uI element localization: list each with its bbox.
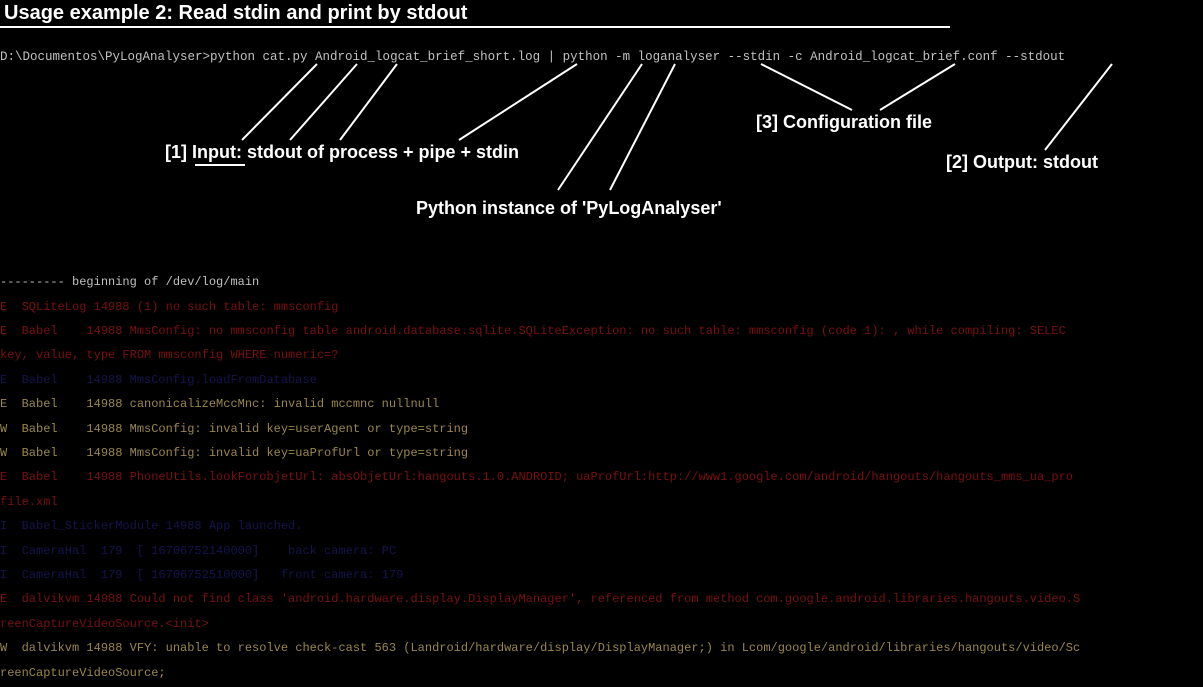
title-underline bbox=[0, 26, 950, 28]
annotation-input-underline bbox=[195, 164, 245, 166]
log-line: I Babel_StickerModule 14988 App launched… bbox=[0, 520, 1203, 532]
annotation-input: [1] Input: stdout of process + pipe + st… bbox=[165, 142, 519, 163]
log-line: reenCaptureVideoSource.<init> bbox=[0, 618, 1203, 630]
log-line: E Babel 14988 MmsConfig: no mmsconfig ta… bbox=[0, 325, 1203, 337]
log-line: W Babel 14988 MmsConfig: invalid key=uaP… bbox=[0, 447, 1203, 459]
annotation-instance: Python instance of 'PyLogAnalyser' bbox=[416, 198, 722, 219]
log-line: W dalvikvm 14988 VFY: unable to resolve … bbox=[0, 642, 1203, 654]
annotation-output: [2] Output: stdout bbox=[946, 152, 1098, 173]
log-line: I CameraHal 179 [ 16706752140000] back c… bbox=[0, 545, 1203, 557]
log-line: key, value, type FROM mmsconfig WHERE nu… bbox=[0, 349, 1203, 361]
log-output: --------- beginning of /dev/log/main E S… bbox=[0, 264, 1203, 687]
annotation-lines bbox=[0, 60, 1203, 220]
log-line: E Babel 14988 canonicalizeMccMnc: invali… bbox=[0, 398, 1203, 410]
log-line: file.xml bbox=[0, 496, 1203, 508]
log-line: I CameraHal 179 [ 16706752510000] front … bbox=[0, 569, 1203, 581]
log-line: E dalvikvm 14988 Could not find class 'a… bbox=[0, 593, 1203, 605]
log-line: E Babel 14988 PhoneUtils.lookForobjetUrl… bbox=[0, 471, 1203, 483]
log-line: --------- beginning of /dev/log/main bbox=[0, 276, 1203, 288]
log-line: E SQLiteLog 14988 (1) no such table: mms… bbox=[0, 301, 1203, 313]
log-line: E Babel 14988 MmsConfig.loadFromDatabase bbox=[0, 374, 1203, 386]
log-line: reenCaptureVideoSource; bbox=[0, 667, 1203, 679]
page-title: Usage example 2: Read stdin and print by… bbox=[4, 2, 467, 25]
command-line: D:\Documentos\PyLogAnalyser>python cat.p… bbox=[0, 50, 1065, 64]
annotation-config: [3] Configuration file bbox=[756, 112, 932, 133]
log-line: W Babel 14988 MmsConfig: invalid key=use… bbox=[0, 423, 1203, 435]
